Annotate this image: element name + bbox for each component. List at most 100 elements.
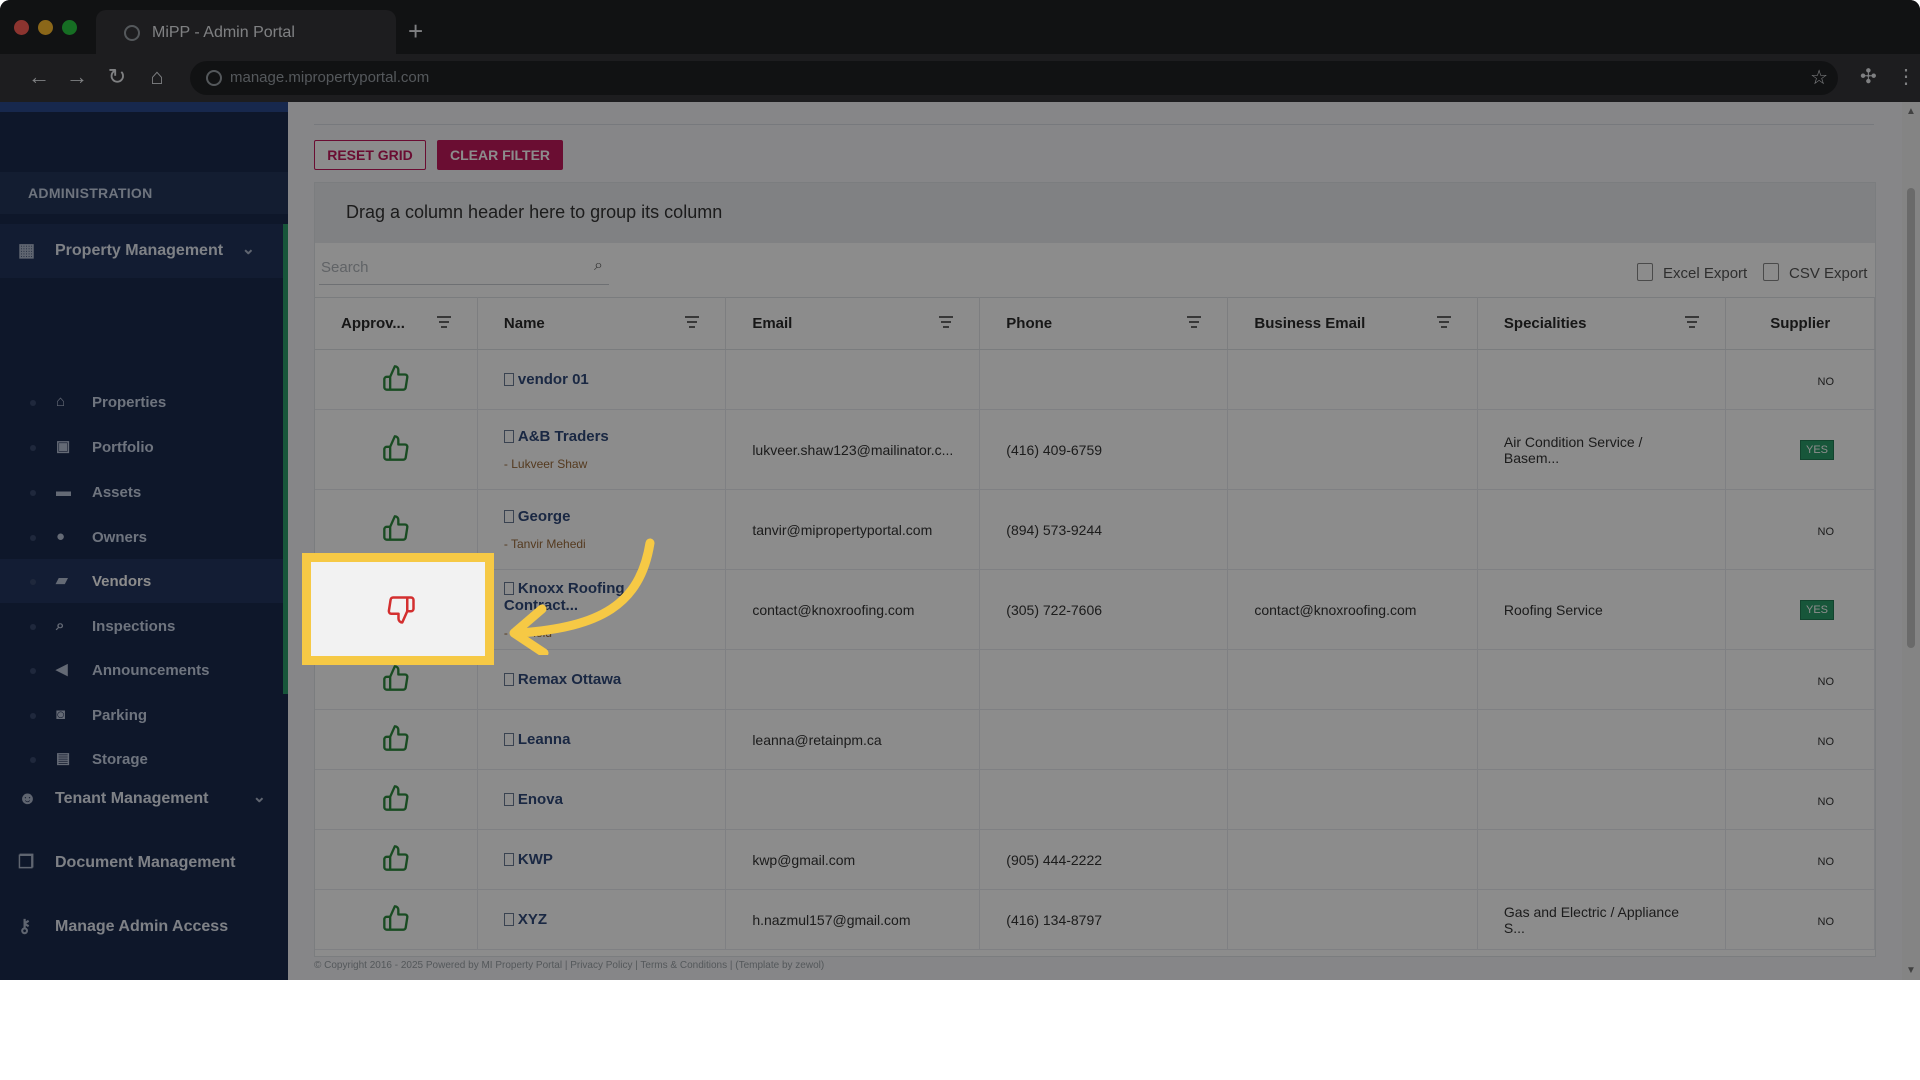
grid-search[interactable]: Search ⌕ bbox=[319, 251, 609, 285]
bookmark-star-icon[interactable]: ☆ bbox=[1810, 65, 1828, 90]
reload-icon[interactable]: ↻ bbox=[102, 62, 132, 92]
column-header-approved[interactable]: Approv... bbox=[315, 297, 478, 350]
name-cell[interactable]: A&B Traders - Lukveer Shaw bbox=[477, 409, 727, 490]
page-scrollbar[interactable]: ▲ ▼ bbox=[1902, 102, 1920, 980]
vendor-name-link[interactable]: XYZ bbox=[518, 911, 547, 928]
filter-icon[interactable] bbox=[685, 316, 700, 328]
vendor-name-link[interactable]: Leanna bbox=[518, 731, 571, 748]
sidebar-item-parking[interactable]: ◙ Parking bbox=[0, 693, 283, 737]
approve-cell[interactable] bbox=[315, 409, 478, 490]
search-icon[interactable]: ⌕ bbox=[594, 257, 603, 275]
name-cell[interactable]: Remax Ottawa bbox=[477, 649, 727, 710]
browser-tab[interactable]: MiPP - Admin Portal bbox=[96, 10, 396, 54]
approve-cell[interactable] bbox=[315, 349, 478, 410]
sidebar-group-manage-admin-access[interactable]: ⚷ Manage Admin Access bbox=[0, 900, 288, 950]
sidebar-item-inspections[interactable]: ⌕ Inspections bbox=[0, 604, 283, 648]
table-header-row: Approv... Name Email Phone Business Emai… bbox=[315, 297, 1875, 350]
close-window-button[interactable] bbox=[14, 20, 29, 35]
name-cell[interactable]: vendor 01 bbox=[477, 349, 727, 410]
table-row[interactable]: A&B Traders - Lukveer Shaw lukveer.shaw123… bbox=[315, 409, 1875, 490]
thumbs-up-icon[interactable] bbox=[381, 514, 411, 544]
home-nav-icon[interactable]: ⌂ bbox=[142, 62, 172, 92]
thumbs-down-icon[interactable] bbox=[386, 595, 416, 625]
vendor-name-link[interactable]: Enova bbox=[518, 791, 563, 808]
vendor-name-link[interactable]: vendor 01 bbox=[518, 371, 589, 388]
forward-icon[interactable]: → bbox=[62, 62, 92, 92]
sidebar-group-tenant-management[interactable]: ☻ Tenant Management ⌄ bbox=[0, 772, 288, 826]
site-info-icon[interactable] bbox=[206, 70, 222, 86]
column-header-phone[interactable]: Phone bbox=[979, 297, 1229, 350]
sidebar-item-owners[interactable]: ● Owners bbox=[0, 515, 283, 559]
approve-cell[interactable] bbox=[315, 769, 478, 830]
table-row[interactable]: Enova NO bbox=[315, 769, 1875, 830]
sidebar-group-document-management[interactable]: ❐ Document Management bbox=[0, 836, 288, 890]
table-row[interactable]: KWP kwp@gmail.com (905) 444-2222 NO bbox=[315, 829, 1875, 890]
table-row[interactable]: Remax Ottawa NO bbox=[315, 649, 1875, 710]
column-header-name[interactable]: Name bbox=[477, 297, 727, 350]
back-icon[interactable]: ← bbox=[24, 62, 54, 92]
thumbs-up-icon[interactable] bbox=[381, 364, 411, 394]
business-email-cell bbox=[1227, 349, 1478, 410]
sidebar-section-title: ADMINISTRATION bbox=[0, 172, 288, 214]
vendor-name-link[interactable]: George bbox=[518, 508, 571, 525]
new-tab-button[interactable]: + bbox=[408, 18, 423, 44]
vendor-name-link[interactable]: Remax Ottawa bbox=[518, 671, 621, 688]
sidebar-item-announcements[interactable]: ◀ Announcements bbox=[0, 648, 283, 692]
thumbs-up-icon[interactable] bbox=[381, 784, 411, 814]
approve-cell[interactable] bbox=[315, 709, 478, 770]
sidebar-item-assets[interactable]: ▬ Assets bbox=[0, 470, 283, 514]
approve-cell[interactable] bbox=[315, 889, 478, 950]
maximize-window-button[interactable] bbox=[62, 20, 77, 35]
thumbs-up-icon[interactable] bbox=[381, 664, 411, 694]
sidebar-item-portfolio[interactable]: ▣ Portfolio bbox=[0, 425, 283, 469]
csv-export-button[interactable]: CSV Export bbox=[1763, 263, 1867, 282]
minimize-window-button[interactable] bbox=[38, 20, 53, 35]
filter-icon[interactable] bbox=[939, 316, 954, 328]
supplier-cell: NO bbox=[1725, 649, 1875, 710]
sidebar-item-properties[interactable]: ⌂ Properties bbox=[0, 380, 283, 424]
approve-cell[interactable] bbox=[315, 829, 478, 890]
sidebar-item-vendors[interactable]: ▰ Vendors bbox=[0, 559, 283, 603]
browser-menu-icon[interactable]: ⋮ bbox=[1896, 64, 1916, 89]
thumbs-up-icon[interactable] bbox=[381, 844, 411, 874]
scroll-up-icon[interactable]: ▲ bbox=[1906, 106, 1916, 117]
name-cell[interactable]: KWP bbox=[477, 829, 727, 890]
clear-filter-button[interactable]: CLEAR FILTER bbox=[437, 140, 563, 170]
address-bar[interactable]: manage.mipropertyportal.com ☆ bbox=[190, 61, 1838, 95]
table-row[interactable]: Leanna leanna@retainpm.ca NO bbox=[315, 709, 1875, 770]
business-email-cell bbox=[1227, 409, 1478, 490]
specialities-cell bbox=[1477, 349, 1727, 410]
column-header-specialities[interactable]: Specialities bbox=[1477, 297, 1727, 350]
excel-export-button[interactable]: Excel Export bbox=[1637, 263, 1747, 282]
table-row[interactable]: XYZ h.nazmul157@gmail.com (416) 134-8797 Ga… bbox=[315, 889, 1875, 950]
group-by-panel[interactable]: Drag a column header here to group its c… bbox=[315, 183, 1875, 243]
table-row[interactable]: vendor 01 NO bbox=[315, 349, 1875, 410]
home-icon: ⌂ bbox=[56, 393, 66, 410]
thumbs-up-icon[interactable] bbox=[381, 434, 411, 464]
filter-icon[interactable] bbox=[436, 316, 451, 328]
name-cell[interactable]: Enova bbox=[477, 769, 727, 830]
search-icon: ⌕ bbox=[56, 617, 65, 634]
filter-icon[interactable] bbox=[1685, 316, 1700, 328]
sidebar-group-label: Manage Admin Access bbox=[55, 918, 229, 935]
name-cell[interactable]: XYZ bbox=[477, 889, 727, 950]
search-input[interactable]: Search bbox=[321, 259, 369, 276]
thumbs-up-icon[interactable] bbox=[381, 904, 411, 934]
phone-cell bbox=[979, 769, 1229, 830]
vendor-name-link[interactable]: KWP bbox=[518, 851, 553, 868]
name-cell[interactable]: Leanna bbox=[477, 709, 727, 770]
reset-grid-button[interactable]: RESET GRID bbox=[314, 140, 426, 170]
filter-icon[interactable] bbox=[1187, 316, 1202, 328]
tutorial-highlight-box[interactable] bbox=[302, 553, 494, 665]
vendor-name-link[interactable]: A&B Traders bbox=[518, 428, 609, 445]
filter-icon[interactable] bbox=[1436, 316, 1451, 328]
bullet-dot bbox=[30, 579, 36, 585]
sidebar-group-property-management[interactable]: ▦ Property Management ⌄ bbox=[0, 224, 288, 278]
scrollbar-thumb[interactable] bbox=[1907, 188, 1915, 648]
extensions-icon[interactable]: ✣ bbox=[1860, 64, 1877, 89]
thumbs-up-icon[interactable] bbox=[381, 724, 411, 754]
column-header-email[interactable]: Email bbox=[725, 297, 981, 350]
scroll-down-icon[interactable]: ▼ bbox=[1906, 965, 1916, 976]
column-header-supplier[interactable]: Supplier bbox=[1725, 297, 1875, 350]
column-header-business-email[interactable]: Business Email bbox=[1227, 297, 1478, 350]
